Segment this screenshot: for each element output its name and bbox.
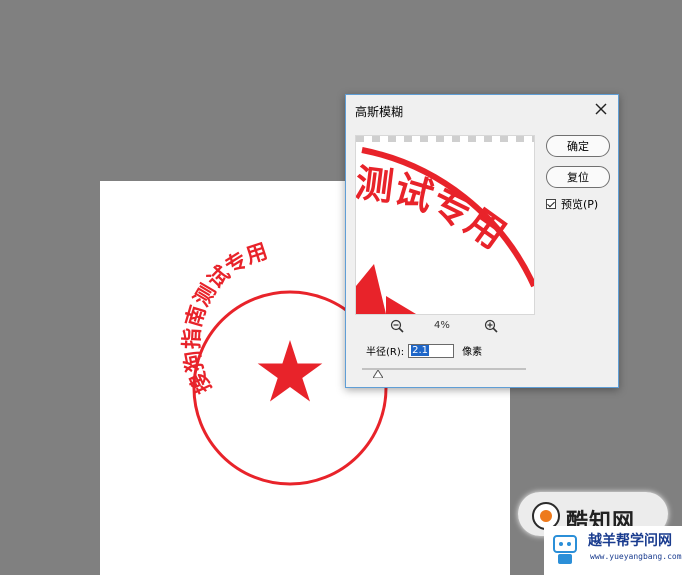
preview-checkbox-row[interactable]: 预览(P) xyxy=(546,196,598,212)
zoom-controls: 4% xyxy=(390,319,500,335)
blur-preview[interactable]: 测试专用 xyxy=(355,135,535,315)
zoom-out-icon[interactable] xyxy=(390,319,404,333)
preview-checkbox[interactable] xyxy=(546,199,556,209)
robot-icon xyxy=(553,535,577,564)
ok-button[interactable]: 确定 xyxy=(546,135,610,157)
radius-unit: 像素 xyxy=(462,347,483,358)
radius-input[interactable]: 2.1 xyxy=(408,343,455,358)
watermark-site-url: www.yueyangbang.com xyxy=(590,552,682,561)
zoom-level: 4% xyxy=(434,320,450,331)
radius-row: 半径(R): 2.1 像素 xyxy=(366,343,482,358)
radius-slider-thumb[interactable] xyxy=(373,370,384,378)
radius-value: 2.1 xyxy=(411,344,430,356)
watermark-overlay: 酷知网 越羊帮学问网 www.yueyangbang.com xyxy=(510,488,682,575)
preview-seal-zoom: 测试专用 xyxy=(356,147,534,314)
reset-button[interactable]: 复位 xyxy=(546,166,610,188)
watermark-site-title: 越羊帮学问网 xyxy=(588,533,672,549)
seal-star-icon xyxy=(257,340,323,402)
preview-checkbox-label: 预览(P) xyxy=(561,198,599,211)
gaussian-blur-dialog: 高斯模糊 测试专用 确定 复位 预览(P) 4% 半径(R): 2.1 像素 xyxy=(345,94,619,388)
preview-transparency-edge xyxy=(356,136,534,142)
close-icon[interactable] xyxy=(592,100,610,118)
zoom-in-icon[interactable] xyxy=(484,319,498,333)
preview-star-icon xyxy=(356,264,386,314)
dialog-title: 高斯模糊 xyxy=(355,105,404,119)
radius-label: 半径(R): xyxy=(366,347,405,358)
watermark-site: 越羊帮学问网 www.yueyangbang.com xyxy=(544,526,682,575)
radius-slider-track[interactable] xyxy=(362,368,526,370)
